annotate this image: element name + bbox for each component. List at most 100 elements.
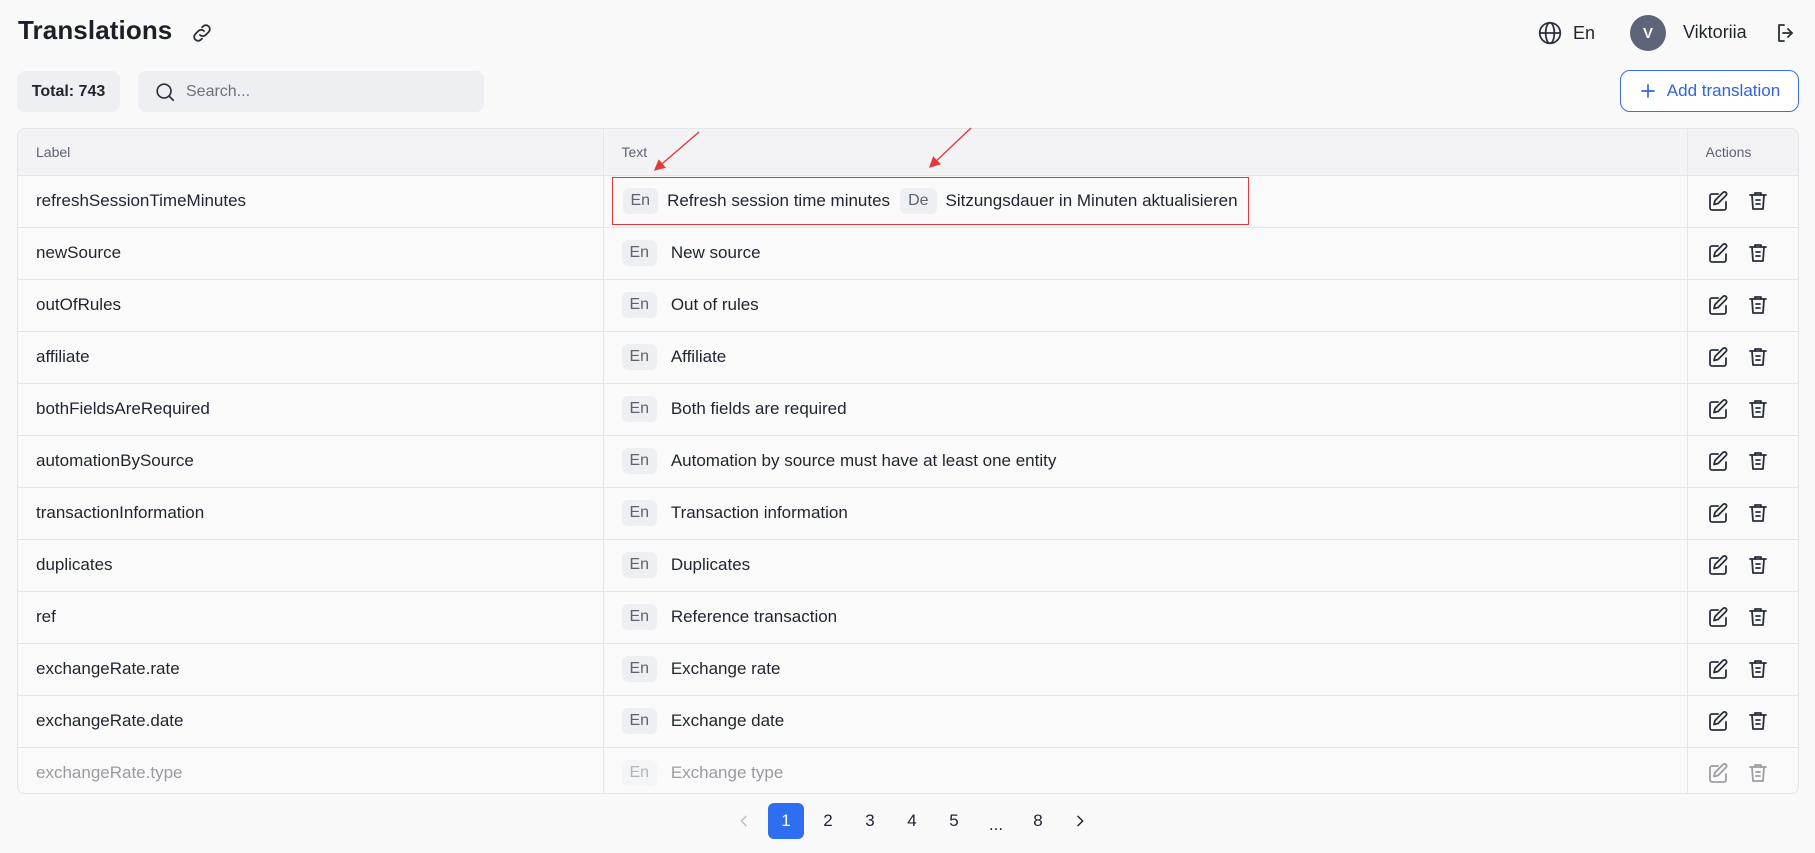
actions-cell <box>1686 591 1798 644</box>
text-cell: En Affiliate <box>603 331 1687 384</box>
user-name[interactable]: Viktoriia <box>1683 22 1747 43</box>
text-cell: En Reference transaction <box>603 591 1687 644</box>
search-input[interactable] <box>186 82 476 101</box>
actions-cell <box>1686 643 1798 696</box>
text-cell: En Both fields are required <box>603 383 1687 436</box>
page-title: Translations <box>18 15 173 45</box>
edit-icon[interactable] <box>1706 553 1730 577</box>
table-header-row: Label Text Actions <box>18 129 1798 176</box>
text-cell: En Out of rules <box>603 279 1687 332</box>
translation-text: Duplicates <box>670 555 751 574</box>
edit-icon[interactable] <box>1706 657 1730 681</box>
edit-icon[interactable] <box>1706 709 1730 733</box>
text-cell: En Exchange date <box>603 695 1687 748</box>
trash-icon[interactable] <box>1746 449 1770 473</box>
label-cell: newSource <box>18 227 604 280</box>
lang-tag: En <box>621 552 658 578</box>
trash-icon[interactable] <box>1746 501 1770 525</box>
edit-icon[interactable] <box>1706 761 1730 785</box>
table-row[interactable]: newSource En New source <box>18 227 1798 280</box>
edit-icon[interactable] <box>1706 605 1730 629</box>
label-cell: transactionInformation <box>18 487 604 540</box>
translation-text: Sitzungsdauer in Minuten aktualisieren <box>945 191 1238 210</box>
table-row[interactable]: refreshSessionTimeMinutes En Refresh ses… <box>18 175 1798 228</box>
translation-text: Affiliate <box>670 347 727 366</box>
lang-tag: En <box>621 396 658 422</box>
text-cell: En Automation by source must have at lea… <box>603 435 1687 488</box>
trash-icon[interactable] <box>1746 189 1770 213</box>
translation-text: Reference transaction <box>670 607 838 626</box>
prev-page-button[interactable] <box>726 803 762 839</box>
trash-icon[interactable] <box>1746 345 1770 369</box>
edit-icon[interactable] <box>1706 345 1730 369</box>
text-cell: En New source <box>603 227 1687 280</box>
language-switcher[interactable]: En <box>1537 19 1595 47</box>
actions-cell <box>1686 383 1798 436</box>
table-row[interactable]: transactionInformation En Transaction in… <box>18 487 1798 540</box>
edit-icon[interactable] <box>1706 241 1730 265</box>
edit-icon[interactable] <box>1706 397 1730 421</box>
column-header-label: Label <box>18 129 604 176</box>
lang-tag: En <box>621 604 658 630</box>
lang-tag: En <box>621 344 658 370</box>
trash-icon[interactable] <box>1746 709 1770 733</box>
page-button-1[interactable]: 1 <box>768 803 804 839</box>
page-button-3[interactable]: 3 <box>852 803 888 839</box>
trash-icon[interactable] <box>1746 605 1770 629</box>
annotation-highlight: En Refresh session time minutes De Sitzu… <box>611 177 1249 225</box>
search-icon <box>154 81 176 103</box>
page-header: Translations En V Viktoriia <box>0 0 1815 66</box>
pagination: 12345 ... 8 <box>726 803 1104 839</box>
edit-icon[interactable] <box>1706 449 1730 473</box>
text-cell: En Transaction information <box>603 487 1687 540</box>
table-row[interactable]: outOfRules En Out of rules <box>18 279 1798 332</box>
actions-cell <box>1686 175 1798 228</box>
trash-icon[interactable] <box>1746 397 1770 421</box>
label-cell: exchangeRate.rate <box>18 643 604 696</box>
page-button-4[interactable]: 4 <box>894 803 930 839</box>
actions-cell <box>1686 331 1798 384</box>
label-cell: exchangeRate.date <box>18 695 604 748</box>
lang-tag: En <box>621 500 658 526</box>
page-button-last[interactable]: 8 <box>1020 803 1056 839</box>
logout-icon[interactable] <box>1774 21 1798 45</box>
label-cell: automationBySource <box>18 435 604 488</box>
chevron-left-icon <box>736 813 752 829</box>
actions-cell <box>1686 539 1798 592</box>
translation-text: Exchange rate <box>670 659 781 678</box>
table-row[interactable]: exchangeRate.date En Exchange date <box>18 695 1798 748</box>
actions-cell <box>1686 227 1798 280</box>
translation-text: Exchange type <box>670 763 784 782</box>
link-icon[interactable] <box>190 21 214 45</box>
table-row[interactable]: exchangeRate.type En Exchange type <box>18 747 1798 793</box>
translation-text: Exchange date <box>670 711 785 730</box>
table-row[interactable]: affiliate En Affiliate <box>18 331 1798 384</box>
trash-icon[interactable] <box>1746 553 1770 577</box>
table-row[interactable]: duplicates En Duplicates <box>18 539 1798 592</box>
add-translation-button[interactable]: Add translation <box>1620 70 1799 112</box>
edit-icon[interactable] <box>1706 501 1730 525</box>
table-row[interactable]: bothFieldsAreRequired En Both fields are… <box>18 383 1798 436</box>
page-button-2[interactable]: 2 <box>810 803 846 839</box>
plus-icon <box>1639 82 1657 100</box>
label-cell: outOfRules <box>18 279 604 332</box>
table-row[interactable]: ref En Reference transaction <box>18 591 1798 644</box>
next-page-button[interactable] <box>1062 803 1098 839</box>
edit-icon[interactable] <box>1706 293 1730 317</box>
trash-icon[interactable] <box>1746 657 1770 681</box>
edit-icon[interactable] <box>1706 189 1730 213</box>
trash-icon[interactable] <box>1746 241 1770 265</box>
trash-icon[interactable] <box>1746 761 1770 785</box>
label-cell: duplicates <box>18 539 604 592</box>
table-row[interactable]: automationBySource En Automation by sour… <box>18 435 1798 488</box>
label-cell: refreshSessionTimeMinutes <box>18 175 604 228</box>
table-row[interactable]: exchangeRate.rate En Exchange rate <box>18 643 1798 696</box>
total-badge: Total: 743 <box>17 71 120 112</box>
text-cell: En Refresh session time minutes De Sitzu… <box>603 175 1687 228</box>
trash-icon[interactable] <box>1746 293 1770 317</box>
avatar[interactable]: V <box>1630 15 1666 51</box>
page-button-5[interactable]: 5 <box>936 803 972 839</box>
lang-tag: En <box>622 188 659 214</box>
label-cell: ref <box>18 591 604 644</box>
search-box[interactable] <box>138 71 484 112</box>
